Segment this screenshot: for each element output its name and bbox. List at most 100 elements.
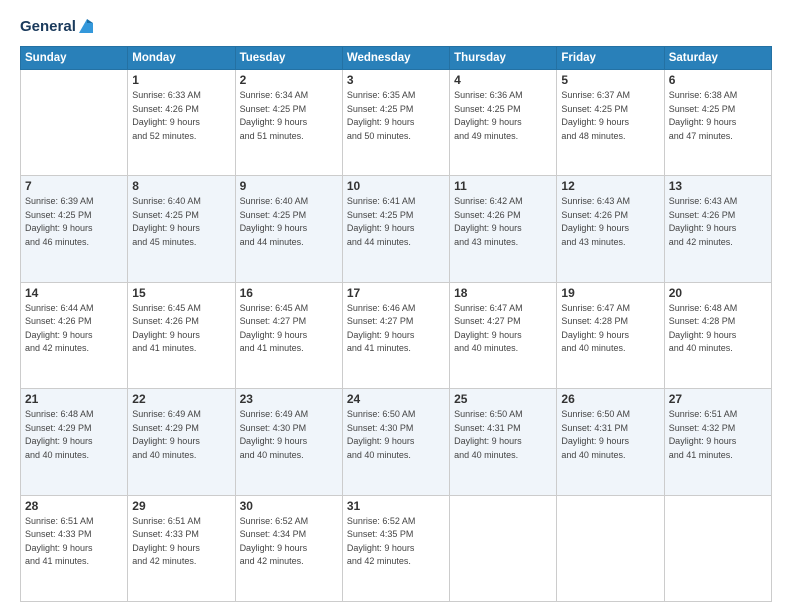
- day-number: 27: [669, 392, 767, 406]
- logo: General: [20, 18, 95, 36]
- cell-info: Sunrise: 6:47 AM: [454, 302, 552, 316]
- cell-info: and 40 minutes.: [240, 449, 338, 463]
- calendar-header-tuesday: Tuesday: [235, 47, 342, 70]
- cell-info: Daylight: 9 hours: [240, 542, 338, 556]
- calendar-cell: 29Sunrise: 6:51 AMSunset: 4:33 PMDayligh…: [128, 495, 235, 601]
- calendar-cell: 30Sunrise: 6:52 AMSunset: 4:34 PMDayligh…: [235, 495, 342, 601]
- day-number: 10: [347, 179, 445, 193]
- cell-info: Daylight: 9 hours: [240, 329, 338, 343]
- cell-info: Sunset: 4:27 PM: [454, 315, 552, 329]
- calendar-cell: 18Sunrise: 6:47 AMSunset: 4:27 PMDayligh…: [450, 282, 557, 388]
- cell-info: Sunset: 4:25 PM: [240, 103, 338, 117]
- cell-info: Sunset: 4:26 PM: [454, 209, 552, 223]
- cell-info: Sunset: 4:31 PM: [561, 422, 659, 436]
- cell-info: Daylight: 9 hours: [25, 435, 123, 449]
- cell-info: and 52 minutes.: [132, 130, 230, 144]
- day-number: 25: [454, 392, 552, 406]
- cell-info: Sunrise: 6:52 AM: [240, 515, 338, 529]
- cell-info: Daylight: 9 hours: [454, 222, 552, 236]
- calendar-cell: 31Sunrise: 6:52 AMSunset: 4:35 PMDayligh…: [342, 495, 449, 601]
- cell-info: Sunset: 4:33 PM: [25, 528, 123, 542]
- cell-info: Sunset: 4:26 PM: [669, 209, 767, 223]
- cell-info: Daylight: 9 hours: [132, 329, 230, 343]
- cell-info: Daylight: 9 hours: [25, 222, 123, 236]
- calendar-cell: [450, 495, 557, 601]
- cell-info: Sunset: 4:26 PM: [132, 103, 230, 117]
- day-number: 12: [561, 179, 659, 193]
- day-number: 29: [132, 499, 230, 513]
- day-number: 17: [347, 286, 445, 300]
- calendar-week-5: 28 Sunrise: 6:51 AMSunset: 4:33 PM Dayligh…: [21, 495, 772, 601]
- day-number: 7: [25, 179, 123, 193]
- logo-icon: [77, 17, 95, 35]
- calendar-header-thursday: Thursday: [450, 47, 557, 70]
- cell-info: Daylight: 9 hours: [132, 222, 230, 236]
- calendar-cell: 23Sunrise: 6:49 AMSunset: 4:30 PMDayligh…: [235, 389, 342, 495]
- cell-info: Sunrise: 6:33 AM: [132, 89, 230, 103]
- cell-info: Daylight: 9 hours: [347, 435, 445, 449]
- calendar-cell: 6Sunrise: 6:38 AMSunset: 4:25 PMDaylight…: [664, 70, 771, 176]
- day-number: 28: [25, 499, 123, 513]
- cell-info: and 42 minutes.: [669, 236, 767, 250]
- cell-info: Sunrise: 6:51 AM: [25, 515, 123, 529]
- day-number: 30: [240, 499, 338, 513]
- cell-info: Daylight: 9 hours: [454, 329, 552, 343]
- cell-info: and 42 minutes.: [347, 555, 445, 569]
- cell-info: Sunset: 4:35 PM: [347, 528, 445, 542]
- cell-info: and 41 minutes.: [132, 342, 230, 356]
- logo-general: General: [20, 18, 76, 36]
- calendar-cell: 27Sunrise: 6:51 AMSunset: 4:32 PMDayligh…: [664, 389, 771, 495]
- cell-info: Sunset: 4:26 PM: [25, 315, 123, 329]
- calendar-cell: 11Sunrise: 6:42 AMSunset: 4:26 PMDayligh…: [450, 176, 557, 282]
- cell-info: Daylight: 9 hours: [561, 329, 659, 343]
- calendar-cell: 26 Sunrise: 6:50 AMSunset: 4:31 PMDayligh…: [557, 389, 664, 495]
- day-number: 22: [132, 392, 230, 406]
- cell-info: Sunset: 4:27 PM: [347, 315, 445, 329]
- day-number: 4: [454, 73, 552, 87]
- calendar-header-saturday: Saturday: [664, 47, 771, 70]
- cell-info: and 43 minutes.: [454, 236, 552, 250]
- cell-info: Sunset: 4:29 PM: [132, 422, 230, 436]
- calendar-cell: [21, 70, 128, 176]
- cell-info: and 42 minutes.: [240, 555, 338, 569]
- cell-info: Sunrise: 6:43 AM: [561, 195, 659, 209]
- cell-info: and 47 minutes.: [669, 130, 767, 144]
- cell-info: Sunset: 4:30 PM: [347, 422, 445, 436]
- day-number: 14: [25, 286, 123, 300]
- cell-info: Sunset: 4:25 PM: [669, 103, 767, 117]
- cell-info: Daylight: 9 hours: [132, 542, 230, 556]
- calendar-cell: 9Sunrise: 6:40 AMSunset: 4:25 PMDaylight…: [235, 176, 342, 282]
- cell-info: Daylight: 9 hours: [25, 329, 123, 343]
- day-number: 19: [561, 286, 659, 300]
- cell-info: Sunrise: 6:38 AM: [669, 89, 767, 103]
- day-number: 31: [347, 499, 445, 513]
- cell-info: and 40 minutes.: [454, 342, 552, 356]
- day-number: 15: [132, 286, 230, 300]
- day-number: 3: [347, 73, 445, 87]
- calendar-cell: 1Sunrise: 6:33 AMSunset: 4:26 PMDaylight…: [128, 70, 235, 176]
- cell-info: and 44 minutes.: [347, 236, 445, 250]
- cell-info: Sunset: 4:25 PM: [240, 209, 338, 223]
- calendar-cell: 12Sunrise: 6:43 AMSunset: 4:26 PMDayligh…: [557, 176, 664, 282]
- cell-info: Sunrise: 6:48 AM: [669, 302, 767, 316]
- calendar-cell: 28Sunrise: 6:51 AMSunset: 4:33 PMDayligh…: [21, 495, 128, 601]
- cell-info: Sunrise: 6:40 AM: [132, 195, 230, 209]
- cell-info: Daylight: 9 hours: [669, 222, 767, 236]
- cell-info: Sunset: 4:25 PM: [347, 209, 445, 223]
- day-number: 26: [561, 392, 659, 406]
- cell-info: Sunrise: 6:41 AM: [347, 195, 445, 209]
- day-number: 23: [240, 392, 338, 406]
- cell-info: Sunrise: 6:46 AM: [347, 302, 445, 316]
- calendar-cell: 21Sunrise: 6:48 AMSunset: 4:29 PMDayligh…: [21, 389, 128, 495]
- cell-info: Sunrise: 6:50 AM: [561, 408, 659, 422]
- calendar-week-2: 7Sunrise: 6:39 AMSunset: 4:25 PMDaylight…: [21, 176, 772, 282]
- cell-info: Sunrise: 6:45 AM: [240, 302, 338, 316]
- calendar-cell: 2Sunrise: 6:34 AMSunset: 4:25 PMDaylight…: [235, 70, 342, 176]
- cell-info: and 41 minutes.: [669, 449, 767, 463]
- cell-info: and 42 minutes.: [25, 342, 123, 356]
- calendar-cell: 5Sunrise: 6:37 AMSunset: 4:25 PMDaylight…: [557, 70, 664, 176]
- cell-info: Sunset: 4:25 PM: [561, 103, 659, 117]
- calendar-table: SundayMondayTuesdayWednesdayThursdayFrid…: [20, 46, 772, 602]
- calendar-cell: 10Sunrise: 6:41 AMSunset: 4:25 PMDayligh…: [342, 176, 449, 282]
- cell-info: Daylight: 9 hours: [561, 435, 659, 449]
